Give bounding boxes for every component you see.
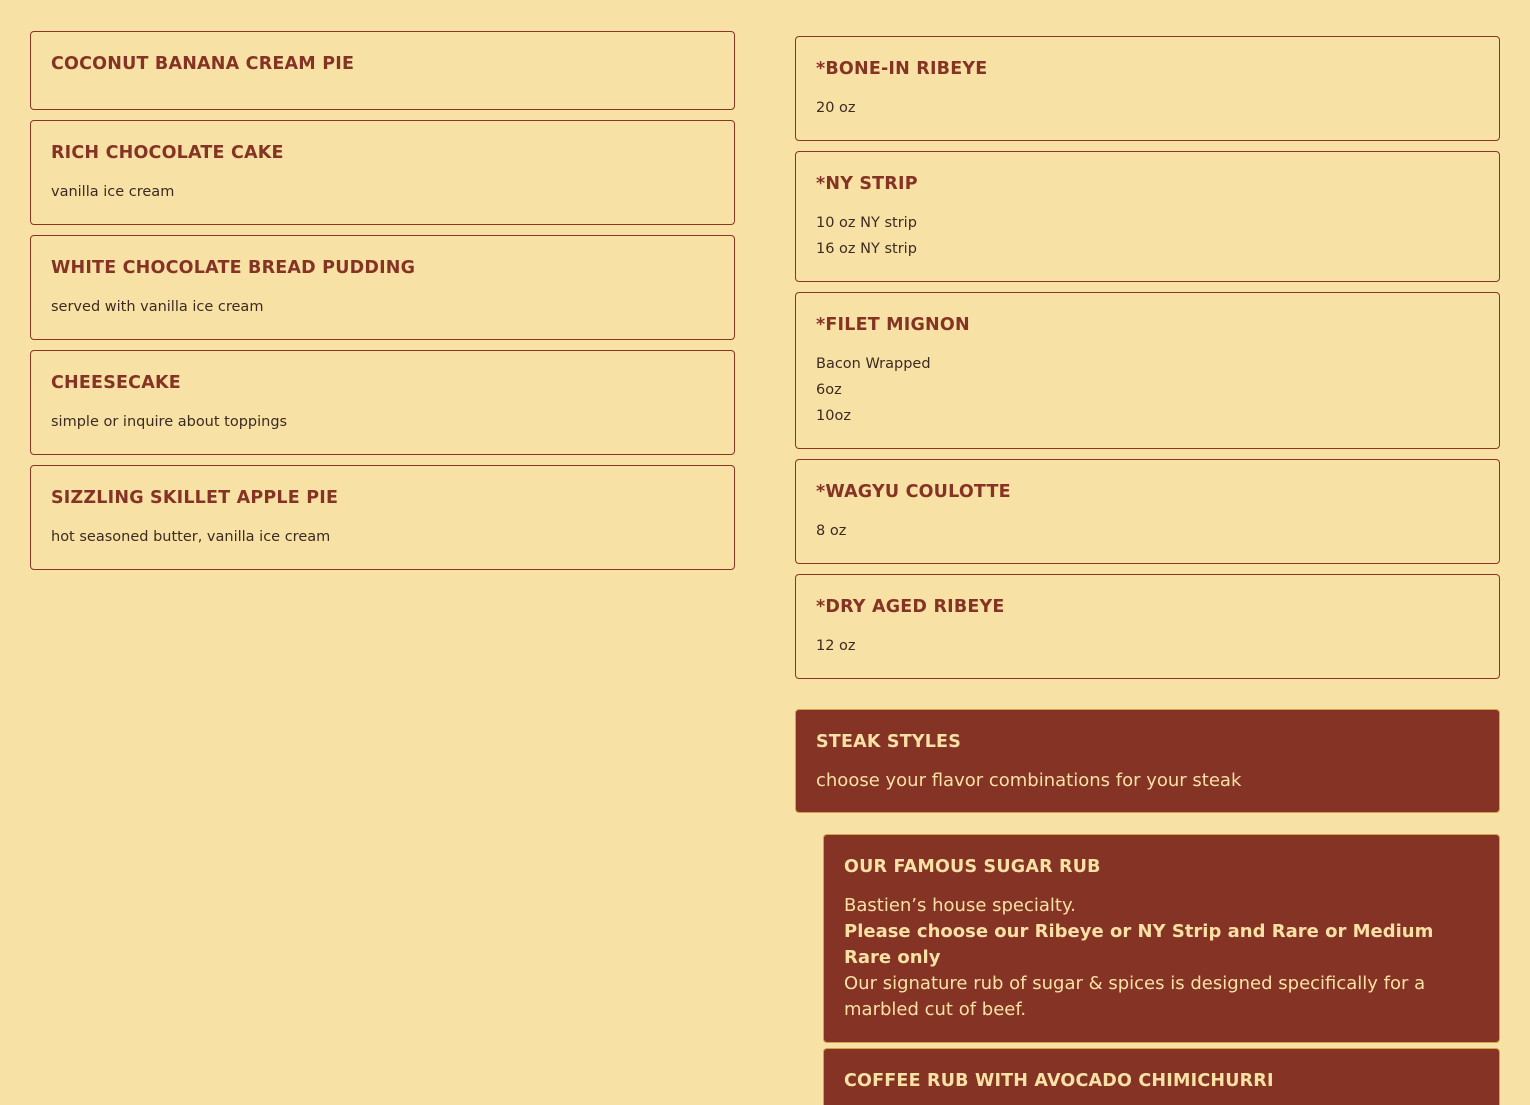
menu-item-card: *WAGYU COULOTTE 8 oz xyxy=(795,459,1500,564)
menu-item-card: *BONE-IN RIBEYE 20 oz xyxy=(795,36,1500,141)
menu-item-card: SIZZLING SKILLET APPLE PIE hot seasoned … xyxy=(30,465,735,570)
menu-item-card: RICH CHOCOLATE CAKE vanilla ice cream xyxy=(30,120,735,225)
menu-item-title: *DRY AGED RIBEYE xyxy=(816,597,1005,617)
menu-item-title: *WAGYU COULOTTE xyxy=(816,482,1011,502)
menu-item-title: *BONE-IN RIBEYE xyxy=(816,59,988,79)
menu-item-size: 8 oz xyxy=(816,523,847,539)
menu-page: COCONUT BANANA CREAM PIE RICH CHOCOLATE … xyxy=(0,0,1530,1105)
menu-item-title: RICH CHOCOLATE CAKE xyxy=(51,143,284,163)
menu-item-title: *FILET MIGNON xyxy=(816,315,970,335)
sugar-rub-description: Our signature rub of sugar & spices is d… xyxy=(844,973,1426,1020)
sugar-rub-card: OUR FAMOUS SUGAR RUB Bastien’s house spe… xyxy=(823,834,1500,1043)
menu-item-card: *DRY AGED RIBEYE 12 oz xyxy=(795,574,1500,679)
menu-item-card: COCONUT BANANA CREAM PIE xyxy=(30,31,735,110)
menu-item-description: Bacon Wrapped xyxy=(816,356,931,372)
coffee-rub-title: COFFEE RUB WITH AVOCADO CHIMICHURRI xyxy=(844,1071,1274,1091)
menu-item-description: hot seasoned butter, vanilla ice cream xyxy=(51,529,331,545)
menu-item-size: 10oz xyxy=(816,408,851,424)
menu-item-card: WHITE CHOCOLATE BREAD PUDDING served wit… xyxy=(30,235,735,340)
menu-item-size: 10 oz NY strip xyxy=(816,215,917,231)
menu-item-description: served with vanilla ice cream xyxy=(51,299,264,315)
menu-item-title: COCONUT BANANA CREAM PIE xyxy=(51,54,355,74)
menu-item-title: *NY STRIP xyxy=(816,174,918,194)
coffee-rub-card: COFFEE RUB WITH AVOCADO CHIMICHURRI xyxy=(823,1048,1500,1105)
steak-styles-card: STEAK STYLES choose your flavor combinat… xyxy=(795,709,1500,813)
menu-item-title: CHEESECAKE xyxy=(51,373,181,393)
menu-item-description: simple or inquire about toppings xyxy=(51,414,288,430)
menu-item-size: 6oz xyxy=(816,382,842,398)
sugar-rub-intro: Bastien’s house specialty. xyxy=(844,895,1076,916)
menu-item-description: vanilla ice cream xyxy=(51,184,175,200)
sugar-rub-note: Please choose our Ribeye or NY Strip and… xyxy=(844,921,1434,968)
menu-item-card: *NY STRIP 10 oz NY strip 16 oz NY strip xyxy=(795,151,1500,282)
menu-item-card: CHEESECAKE simple or inquire about toppi… xyxy=(30,350,735,455)
menu-item-size: 12 oz xyxy=(816,638,856,654)
steak-styles-subtitle: choose your flavor combinations for your… xyxy=(816,770,1242,791)
menu-item-title: WHITE CHOCOLATE BREAD PUDDING xyxy=(51,258,416,278)
steak-styles-title: STEAK STYLES xyxy=(816,732,962,752)
sugar-rub-title: OUR FAMOUS SUGAR RUB xyxy=(844,857,1101,877)
menu-item-size: 20 oz xyxy=(816,100,856,116)
menu-item-size: 16 oz NY strip xyxy=(816,241,917,257)
menu-item-card: *FILET MIGNON Bacon Wrapped 6oz 10oz xyxy=(795,292,1500,449)
menu-item-title: SIZZLING SKILLET APPLE PIE xyxy=(51,488,339,508)
